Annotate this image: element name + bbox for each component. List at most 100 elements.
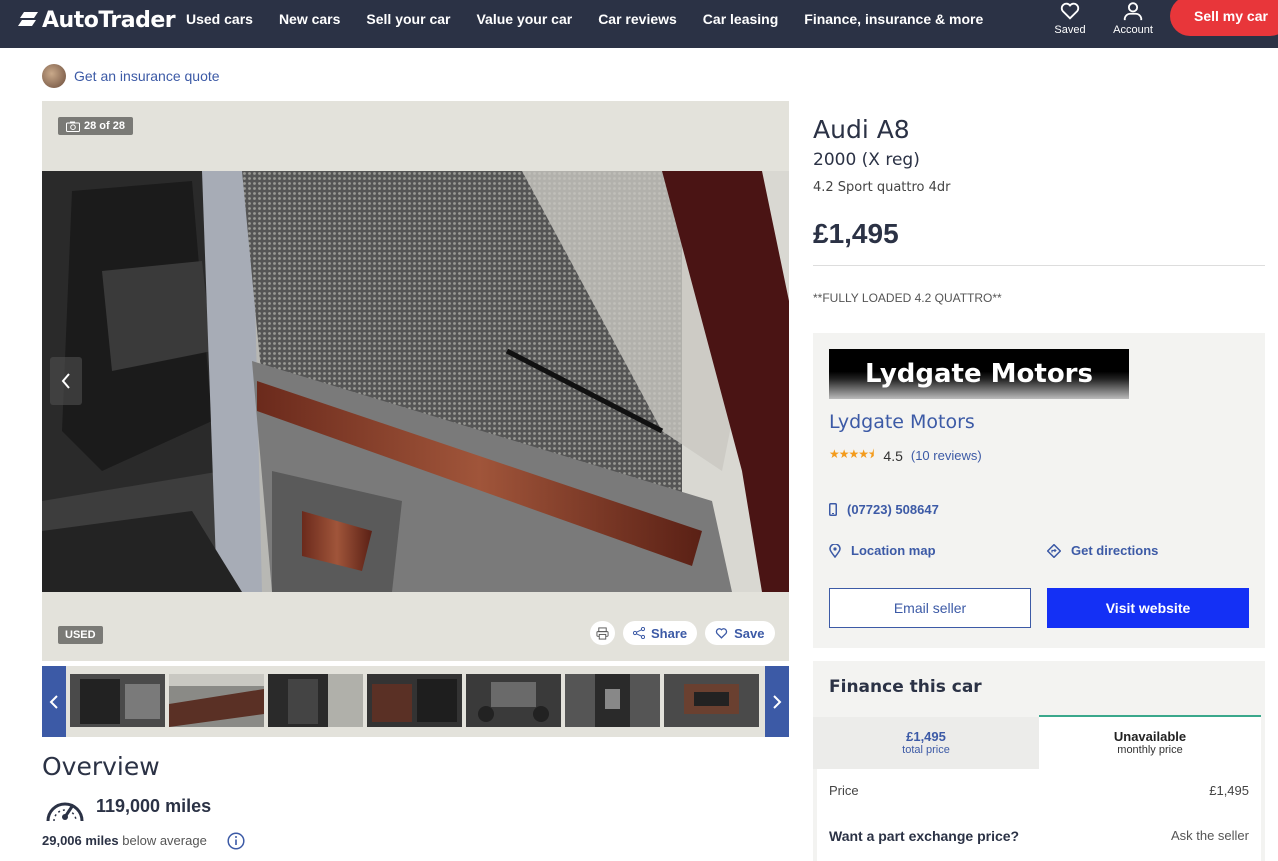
rating-score: 4.5 [883,447,903,464]
top-navigation-bar: AutoTrader Used cars New cars Sell your … [0,0,1278,48]
share-icon [633,627,645,639]
save-button[interactable]: Save [705,621,775,645]
autotrader-logo-icon [18,11,38,26]
location-map-link[interactable]: Location map [829,543,936,558]
listing-year: 2000 (X reg) [813,150,920,170]
thumbnails-prev-button[interactable] [42,666,66,737]
account-label: Account [1113,24,1153,36]
saved-label: Saved [1054,24,1086,36]
heart-icon [715,628,728,639]
nav-car-reviews[interactable]: Car reviews [598,11,677,27]
insurance-quote-label: Get an insurance quote [74,68,220,84]
insurance-avatar [42,64,66,88]
nav-new-cars[interactable]: New cars [279,11,340,27]
save-label: Save [734,625,765,641]
tab-total-price-label: total price [902,744,950,756]
thumbnail[interactable] [169,674,264,727]
finance-details: Price £1,495 Want a part exchange price?… [817,769,1261,861]
visit-website-button[interactable]: Visit website [1047,588,1249,628]
listing-trim: 4.2 Sport quattro 4dr [813,180,951,195]
share-button[interactable]: Share [623,621,698,645]
printer-icon [596,626,609,640]
print-button[interactable] [590,621,615,645]
price-value: £1,495 [1209,783,1249,798]
email-seller-button[interactable]: Email seller [829,588,1031,628]
thumbnails-next-button[interactable] [765,666,789,737]
phone-link[interactable]: (07723) 508647 [829,502,939,517]
rating-stars: ★★★★⯨ [829,447,874,461]
thumbnail-image [70,674,165,727]
photo-count-badge: 28 of 28 [58,117,133,135]
listing-description: **FULLY LOADED 4.2 QUATTRO** [813,291,1002,305]
sell-my-car-button[interactable]: Sell my car [1170,0,1278,36]
info-icon[interactable] [227,832,245,850]
mileage-value: 119,000 miles [96,796,212,816]
chevron-left-icon [61,373,70,389]
dealer-name-link[interactable]: Lydgate Motors [829,411,975,433]
location-map-label: Location map [851,543,936,558]
thumbnail-image [466,674,561,727]
dealer-rating: ★★★★⯨ 4.5 (10 reviews) [829,445,982,466]
thumbnail-image [169,674,264,727]
thumbnail-image [268,674,363,727]
car-interior-image [42,171,789,592]
account-button[interactable]: Account [1103,0,1163,36]
directions-icon [1047,543,1061,558]
saved-button[interactable]: Saved [1040,0,1100,36]
dealer-logo[interactable]: Lydgate Motors [829,349,1129,399]
thumbnail-image [664,674,759,727]
thumbnail[interactable] [70,674,165,727]
main-nav: Used cars New cars Sell your car Value y… [186,11,1009,27]
part-exchange-row[interactable]: Want a part exchange price? Ask the sell… [829,828,1249,844]
below-average-text: below average [122,833,207,848]
share-label: Share [651,625,688,641]
tab-total-price[interactable]: £1,495 total price [813,717,1039,769]
nav-sell-your-car[interactable]: Sell your car [366,11,450,27]
thumbnail[interactable] [268,674,363,727]
chevron-right-icon [773,694,782,709]
insurance-quote-link[interactable]: Get an insurance quote [42,64,220,88]
chevron-left-icon [49,694,58,709]
photo-gallery: 28 of 28 USED Share Save [42,101,789,661]
tab-monthly-price[interactable]: Unavailable monthly price [1039,715,1261,769]
previous-photo-button[interactable] [50,357,82,405]
mileage-comparison: 29,006 miles below average [42,833,207,848]
listing-price: £1,495 [813,218,899,249]
nav-used-cars[interactable]: Used cars [186,11,253,27]
speedometer-icon [46,802,84,822]
finance-heading: Finance this car [829,677,982,697]
gallery-actions: Share Save [582,621,775,645]
user-icon [1123,2,1143,21]
used-badge: USED [58,626,103,644]
autotrader-logo[interactable]: AutoTrader [18,8,176,33]
tab-monthly-price-label: monthly price [1117,744,1183,756]
nav-car-leasing[interactable]: Car leasing [703,11,778,27]
part-exchange-label: Want a part exchange price? [829,828,1020,844]
price-row: Price £1,495 [829,783,1249,798]
divider [813,265,1265,266]
photo-count-text: 28 of 28 [84,120,125,132]
tab-monthly-price-value: Unavailable [1113,729,1187,744]
dealer-panel: Lydgate Motors Lydgate Motors ★★★★⯨ 4.5 … [813,333,1265,648]
reviews-link[interactable]: (10 reviews) [911,448,982,463]
heart-icon [1060,2,1080,20]
nav-value-your-car[interactable]: Value your car [476,11,572,27]
thumbnail-strip [42,666,789,737]
thumbnail[interactable] [466,674,561,727]
main-car-photo[interactable] [42,171,789,592]
get-directions-label: Get directions [1071,543,1159,558]
logo-text: AutoTrader [42,8,176,33]
finance-panel: Finance this car £1,495 total price Unav… [813,661,1265,861]
price-label: Price [829,783,859,798]
tab-total-price-value: £1,495 [906,729,946,744]
mobile-phone-icon [829,503,837,516]
part-exchange-value: Ask the seller [1170,828,1249,843]
get-directions-link[interactable]: Get directions [1047,543,1158,558]
nav-finance-insurance[interactable]: Finance, insurance & more [804,11,983,27]
thumbnail[interactable] [367,674,462,727]
phone-number: (07723) 508647 [847,502,939,517]
below-average-value: 29,006 miles [42,833,119,848]
thumbnail[interactable] [664,674,759,727]
map-pin-icon [829,543,841,558]
thumbnail[interactable] [565,674,660,727]
